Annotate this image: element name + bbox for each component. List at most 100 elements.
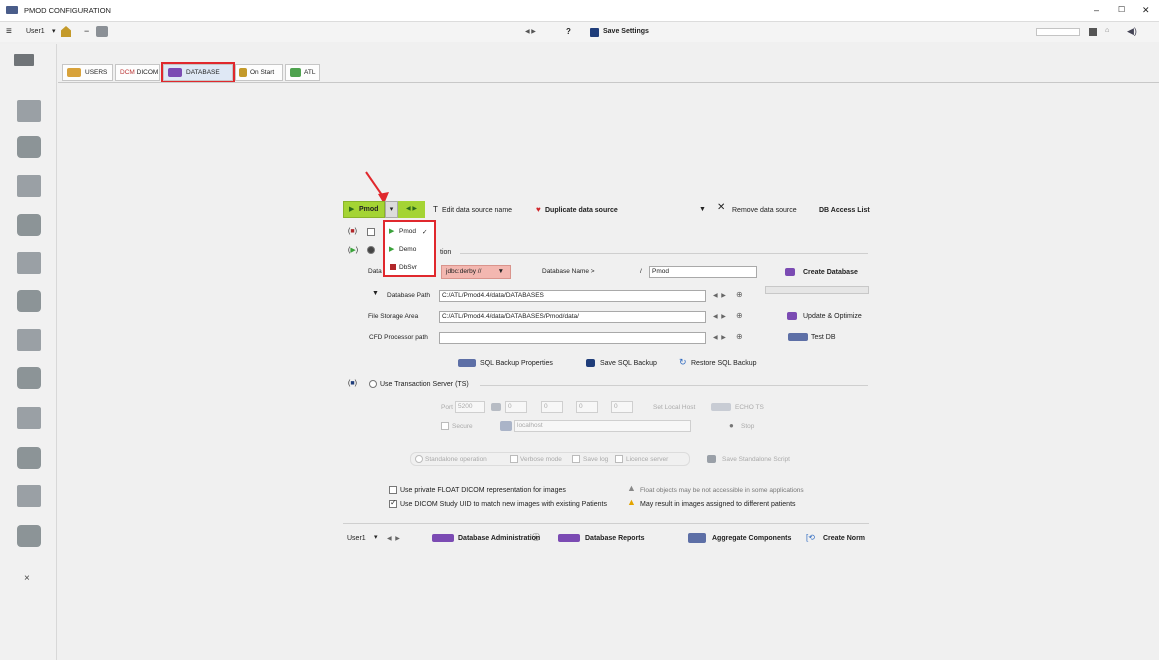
sidebar-pixel-icon[interactable]: [17, 214, 41, 236]
tab-on-start[interactable]: On Start: [235, 64, 283, 81]
database-name-input[interactable]: Pmod: [649, 266, 757, 278]
ip-octet-4[interactable]: 0: [611, 401, 633, 413]
database-panel: [58, 82, 1159, 660]
ip-octet-2[interactable]: 0: [541, 401, 563, 413]
storage-nav-arrows[interactable]: ◀ ▶: [713, 313, 727, 320]
prev-next-arrows[interactable]: ◀ ▶: [525, 28, 536, 35]
license-server-checkbox[interactable]: [615, 455, 623, 463]
port-input[interactable]: 5200: [455, 401, 485, 413]
verbose-checkbox[interactable]: [510, 455, 518, 463]
create-norm-button[interactable]: Create Norm: [823, 535, 865, 542]
db-access-list-button[interactable]: DB Access List: [819, 207, 870, 214]
sidebar-toggle-icon[interactable]: [14, 54, 34, 66]
browse-icon[interactable]: ⊕: [736, 290, 743, 299]
database-path-input[interactable]: C:/ATL/Pmod4.4/data/DATABASES: [439, 290, 706, 302]
sidebar-brain-icon[interactable]: [17, 525, 41, 547]
study-uid-checkbox[interactable]: [389, 498, 397, 508]
create-database-button[interactable]: Create Database: [803, 269, 858, 276]
standalone-radio[interactable]: [415, 455, 423, 463]
sidebar-pcard-icon[interactable]: [17, 367, 41, 389]
maximize-button[interactable]: ☐: [1118, 5, 1125, 14]
sql-backup-properties-button[interactable]: SQL Backup Properties: [480, 360, 553, 367]
jdbc-select[interactable]: jdbc:derby // ▼: [441, 265, 511, 279]
info-icon[interactable]: ⓘ: [532, 533, 540, 542]
standalone-label: Standalone operation: [425, 456, 487, 463]
menu-item-dbsvr[interactable]: DbSvr: [388, 262, 432, 275]
sidebar-kinetic-icon[interactable]: [17, 175, 41, 197]
save-settings-button[interactable]: Save Settings: [603, 28, 649, 35]
ip-octet-1[interactable]: 0: [505, 401, 527, 413]
database-reports-button[interactable]: Database Reports: [585, 535, 645, 542]
tab-database[interactable]: DATABASE: [163, 64, 233, 81]
file-storage-input[interactable]: C:/ATL/Pmod4.4/data/DATABASES/Pmod/data/: [439, 311, 706, 323]
path-nav-arrows[interactable]: ◀ ▶: [713, 292, 727, 299]
sidebar-pbas-icon[interactable]: [17, 407, 41, 429]
minimize-button[interactable]: –: [1094, 5, 1099, 15]
chevron-down-icon[interactable]: ▾: [374, 533, 378, 542]
duplicate-datasource-button[interactable]: Duplicate data source: [545, 207, 618, 214]
ts-radio[interactable]: [369, 380, 377, 388]
update-optimize-button[interactable]: Update & Optimize: [803, 313, 862, 320]
use-ts-label: Use Transaction Server (TS): [380, 381, 469, 388]
sidebar-grid-icon[interactable]: [17, 252, 41, 274]
host-input[interactable]: localhost: [514, 420, 691, 432]
save-sql-backup-button[interactable]: Save SQL Backup: [600, 360, 657, 367]
stop-icon: ●: [729, 421, 734, 430]
echo-ts-button[interactable]: ECHO TS: [735, 404, 764, 411]
user-nav-arrows[interactable]: ◀ ▶: [387, 535, 401, 542]
edit-datasource-name-button[interactable]: Edit data source name: [442, 207, 512, 214]
cfd-nav-arrows[interactable]: ◀ ▶: [713, 334, 727, 341]
datasource-select-button[interactable]: ▶ Pmod: [343, 201, 385, 218]
tab-dicom[interactable]: DCM DICOM: [115, 64, 160, 81]
sound-icon[interactable]: ◀): [1127, 26, 1137, 37]
test-db-button[interactable]: Test DB: [811, 334, 836, 341]
menu-item-pmod[interactable]: ▶ Pmod ✓: [388, 226, 432, 239]
remove-user-icon[interactable]: −: [84, 26, 89, 36]
stop-button[interactable]: Stop: [741, 423, 754, 430]
menu-item-demo[interactable]: ▶ Demo: [388, 244, 432, 257]
server-mode-checkbox[interactable]: [367, 228, 375, 236]
sidebar-fuse-icon[interactable]: [17, 136, 41, 158]
set-local-host-button[interactable]: Set Local Host: [653, 404, 695, 411]
tab-atl[interactable]: ATL: [285, 64, 320, 81]
datasource-dropdown-button[interactable]: ▾: [385, 201, 398, 218]
cfd-processor-input[interactable]: [439, 332, 706, 344]
datasource-nav-arrows[interactable]: ◀ ▶: [398, 201, 425, 218]
float-dicom-checkbox[interactable]: [389, 486, 397, 494]
memory-icon[interactable]: [1089, 28, 1097, 36]
user-select[interactable]: User1: [26, 28, 45, 35]
sidebar-tools-icon[interactable]: [17, 290, 41, 312]
chevron-down-icon[interactable]: ▾: [52, 27, 56, 35]
sidebar-pneuro-icon[interactable]: [17, 329, 41, 351]
browse-icon[interactable]: ⊕: [736, 332, 743, 341]
user-home-icon[interactable]: [61, 26, 71, 37]
help-button[interactable]: ?: [566, 27, 571, 36]
restore-sql-backup-button[interactable]: Restore SQL Backup: [691, 360, 757, 367]
save-standalone-script-button[interactable]: Save Standalone Script: [722, 456, 790, 463]
secure-checkbox[interactable]: [441, 422, 449, 430]
save-script-icon: [707, 455, 716, 463]
tab-users[interactable]: USERS: [62, 64, 113, 81]
remove-datasource-button[interactable]: Remove data source: [732, 207, 797, 214]
embedded-mode-radio[interactable]: [367, 246, 375, 254]
save-icon[interactable]: [590, 28, 599, 37]
aggregate-components-button[interactable]: Aggregate Components: [712, 535, 791, 542]
remove-dropdown-icon[interactable]: ▼: [699, 205, 706, 214]
expand-icon[interactable]: ▼: [372, 289, 379, 298]
database-reports-icon: [558, 534, 580, 542]
browse-icon[interactable]: ⊕: [736, 311, 743, 320]
bottom-user-select[interactable]: User1: [347, 535, 366, 542]
sidebar-view-icon[interactable]: [17, 100, 41, 122]
close-button[interactable]: ✕: [1142, 5, 1150, 16]
users-tab-icon: [67, 68, 81, 77]
sidebar-3d-icon[interactable]: [17, 485, 41, 507]
lock-icon[interactable]: ⌂: [1105, 27, 1109, 34]
sidebar-trace-icon[interactable]: [17, 447, 41, 469]
menu-icon[interactable]: ≡: [6, 26, 12, 37]
user-tools-icon[interactable]: [96, 26, 108, 37]
save-log-checkbox[interactable]: [572, 455, 580, 463]
ip-octet-3[interactable]: 0: [576, 401, 598, 413]
app-icon: [6, 6, 18, 14]
sidebar-close-icon[interactable]: ×: [24, 573, 30, 584]
database-administration-button[interactable]: Database Administration: [458, 535, 540, 542]
